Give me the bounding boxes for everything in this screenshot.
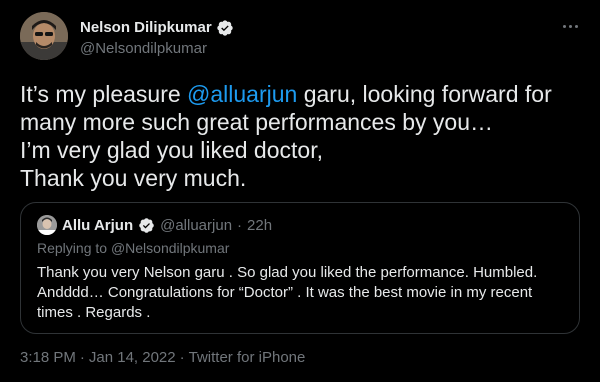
quoted-author-handle[interactable]: @alluarjun (160, 217, 232, 234)
author-info: Nelson Dilipkumar @Nelsondilpkumar (80, 18, 234, 59)
tweet-line-1: It’s my pleasure @alluarjun garu, lookin… (20, 80, 580, 108)
mention-link[interactable]: @alluarjun (187, 81, 297, 107)
tweet-text-segment: garu, looking forward for (297, 81, 552, 107)
tweet-date[interactable]: Jan 14, 2022 (89, 349, 176, 366)
author-name-row: Nelson Dilipkumar (80, 18, 234, 38)
tweet-line-4: Thank you very much. (20, 165, 247, 191)
quoted-author-avatar[interactable] (37, 215, 57, 235)
tweet-text-segment: It’s my pleasure (20, 81, 188, 107)
quoted-tweet[interactable]: Allu Arjun @alluarjun · 22h Replying to … (20, 202, 580, 334)
author-avatar[interactable] (20, 12, 68, 60)
tweet-card: Nelson Dilipkumar @Nelsondilpkumar It’s … (0, 0, 600, 382)
author-handle[interactable]: @Nelsondilpkumar (80, 39, 234, 59)
author-name[interactable]: Nelson Dilipkumar (80, 18, 212, 38)
tweet-text: It’s my pleasure @alluarjun garu, lookin… (20, 80, 580, 192)
more-dot (568, 24, 572, 28)
more-dot (574, 24, 578, 28)
tweet-line-2: many more such great performances by you… (20, 109, 493, 135)
quoted-line-2: Andddd… Congratulations for “Doctor” . I… (37, 284, 533, 301)
tweet-meta: 3:18 PM · Jan 14, 2022 · Twitter for iPh… (20, 349, 305, 366)
quoted-tweet-header: Allu Arjun @alluarjun · 22h (37, 215, 272, 235)
quoted-tweet-text: Thank you very Nelson garu . So glad you… (37, 263, 567, 323)
quoted-line-3: times . Regards . (37, 304, 151, 321)
quoted-tweet-time[interactable]: 22h (247, 217, 272, 234)
more-options-icon[interactable] (558, 14, 582, 38)
verified-badge-icon (138, 217, 155, 234)
separator-dot: · (79, 349, 85, 366)
tweet-source[interactable]: Twitter for iPhone (189, 349, 306, 366)
separator-dot: · (179, 349, 185, 366)
quoted-author-name[interactable]: Allu Arjun (62, 217, 133, 234)
replying-to: Replying to @Nelsondilpkumar (37, 240, 229, 256)
quoted-line-1: Thank you very Nelson garu . So glad you… (37, 264, 538, 281)
verified-badge-icon (216, 19, 234, 37)
replying-prefix: Replying to (37, 240, 111, 256)
author-avatar-image (20, 12, 68, 60)
quoted-avatar-image (37, 215, 57, 235)
replying-handle-link[interactable]: @Nelsondilpkumar (111, 240, 229, 256)
tweet-time[interactable]: 3:18 PM (20, 349, 76, 366)
separator-dot: · (237, 216, 243, 234)
more-dot (562, 24, 566, 28)
tweet-line-3: I’m very glad you liked doctor, (20, 137, 323, 163)
